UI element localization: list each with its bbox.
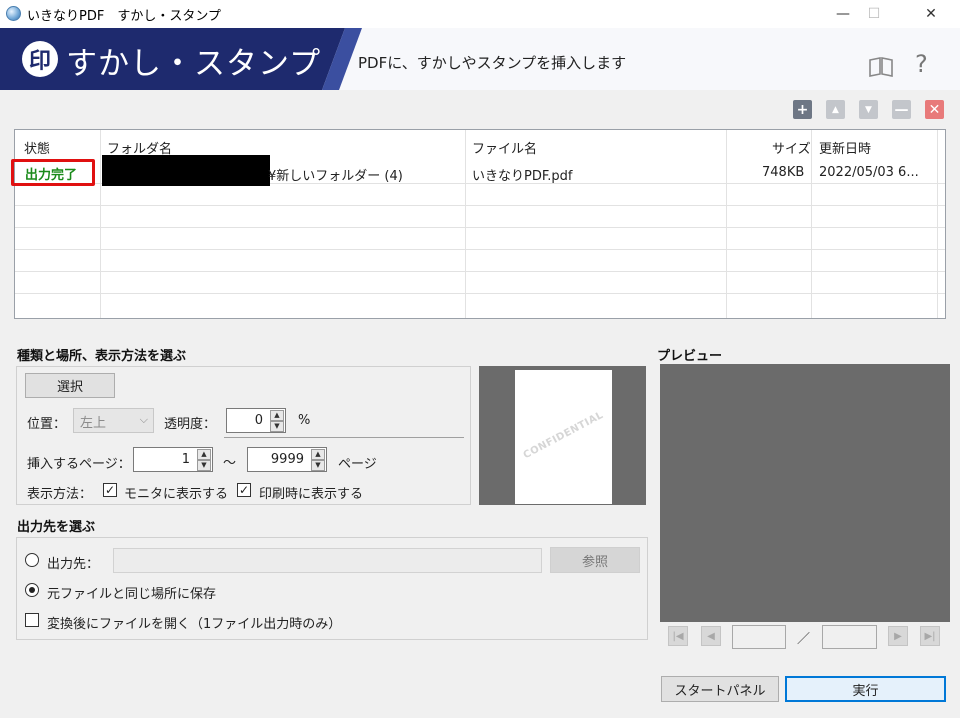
total-pages-field: [822, 625, 877, 649]
run-button[interactable]: 実行: [785, 676, 946, 702]
next-page-icon[interactable]: ▶: [888, 626, 908, 646]
preview-title: プレビュー: [657, 349, 723, 364]
app-icon: [6, 6, 21, 21]
position-label: 位置：: [27, 417, 67, 432]
page-separator: ／: [797, 632, 811, 647]
page-range-separator: ～: [223, 456, 237, 471]
banner: 印 すかし・スタンプ PDFに、すかしやスタンプを挿入します: [0, 28, 960, 90]
display-method-label: 表示方法：: [27, 487, 93, 502]
same-location-label: 元ファイルと同じ場所に保存: [47, 587, 217, 602]
manual-book-icon[interactable]: [868, 55, 894, 77]
close-button[interactable]: ✕: [908, 0, 954, 28]
opacity-unit: %: [298, 413, 311, 428]
redacted-folder-path: [102, 155, 270, 186]
spin-up-icon[interactable]: ▲: [311, 449, 325, 460]
show-monitor-checkbox[interactable]: ✓: [103, 483, 117, 497]
remove-file-icon[interactable]: —: [892, 100, 911, 119]
browse-button[interactable]: 参照: [550, 547, 640, 573]
section-title-type: 種類と場所、表示方法を選ぶ: [17, 349, 187, 364]
first-page-icon[interactable]: |◀: [668, 626, 688, 646]
status-badge: 出力完了: [25, 168, 78, 183]
spin-down-icon[interactable]: ▼: [270, 421, 284, 432]
page-from-stepper[interactable]: 1 ▲ ▼: [133, 447, 213, 472]
opacity-stepper[interactable]: 0 ▲ ▼: [226, 408, 286, 433]
page-from-value: 1: [181, 452, 190, 467]
column-header-file[interactable]: ファイル名: [472, 138, 537, 157]
add-file-icon[interactable]: +: [793, 100, 812, 119]
column-header-status[interactable]: 状態: [24, 138, 50, 157]
banner-description: PDFに、すかしやスタンプを挿入します: [358, 54, 627, 72]
help-icon[interactable]: ?: [915, 50, 928, 78]
maximize-button[interactable]: ☐: [851, 0, 897, 28]
stamp-thumbnail-text: CONFIDENTIAL: [521, 409, 606, 462]
current-page-field[interactable]: [732, 625, 786, 649]
size-cell: 748KB: [762, 165, 805, 180]
clear-list-icon[interactable]: ✕: [925, 100, 944, 119]
same-location-radio[interactable]: [25, 583, 39, 597]
file-list-table[interactable]: 状態 フォルダ名 ファイル名 サイズ 更新日時 出力完了 ¥新しいフォルダー (…: [11, 129, 946, 319]
banner-title: すかし・スタンプ: [66, 46, 322, 82]
stamp-thumbnail-page: CONFIDENTIAL: [515, 370, 612, 504]
page-to-stepper[interactable]: 9999 ▲ ▼: [247, 447, 327, 472]
chevron-down-icon: ⌵: [139, 413, 148, 426]
divider: [224, 437, 464, 438]
show-monitor-label: モニタに表示する: [124, 487, 229, 502]
spin-up-icon[interactable]: ▲: [270, 410, 284, 421]
page-to-value: 9999: [270, 452, 304, 467]
move-down-icon[interactable]: ▼: [859, 100, 878, 119]
output-dest-label: 出力先：: [47, 557, 100, 572]
stamp-logo-icon: 印: [22, 41, 58, 77]
spin-up-icon[interactable]: ▲: [197, 449, 211, 460]
position-dropdown[interactable]: 左上 ⌵: [73, 408, 154, 433]
column-header-size[interactable]: サイズ: [772, 138, 811, 157]
output-dest-radio[interactable]: [25, 553, 39, 567]
date-cell: 2022/05/03 6...: [819, 165, 919, 180]
show-print-label: 印刷時に表示する: [259, 487, 364, 502]
open-after-checkbox[interactable]: [25, 613, 39, 627]
prev-page-icon[interactable]: ◀: [701, 626, 721, 646]
window-title: いきなりPDF すかし・スタンプ: [27, 9, 221, 24]
page-unit: ページ: [338, 457, 377, 472]
pages-label: 挿入するページ：: [27, 457, 131, 472]
file-name-cell: いきなりPDF.pdf: [472, 169, 573, 184]
select-stamp-button[interactable]: 選択: [25, 373, 115, 398]
column-header-date[interactable]: 更新日時: [819, 138, 871, 157]
position-value: 左上: [80, 416, 107, 431]
preview-pane: [660, 364, 950, 622]
start-panel-button[interactable]: スタートパネル: [661, 676, 779, 702]
move-up-icon[interactable]: ▲: [826, 100, 845, 119]
title-bar: いきなりPDF すかし・スタンプ — ☐ ✕: [0, 0, 960, 28]
folder-name-cell: ¥新しいフォルダー (4): [268, 169, 403, 184]
output-dest-field[interactable]: [113, 548, 542, 573]
last-page-icon[interactable]: ▶|: [920, 626, 940, 646]
show-print-checkbox[interactable]: ✓: [237, 483, 251, 497]
opacity-label: 透明度：: [164, 417, 217, 432]
open-after-label: 変換後にファイルを開く（1ファイル出力時のみ）: [47, 617, 342, 632]
opacity-value: 0: [254, 413, 263, 428]
section-title-output: 出力先を選ぶ: [17, 520, 96, 535]
spin-down-icon[interactable]: ▼: [197, 460, 211, 471]
spin-down-icon[interactable]: ▼: [311, 460, 325, 471]
